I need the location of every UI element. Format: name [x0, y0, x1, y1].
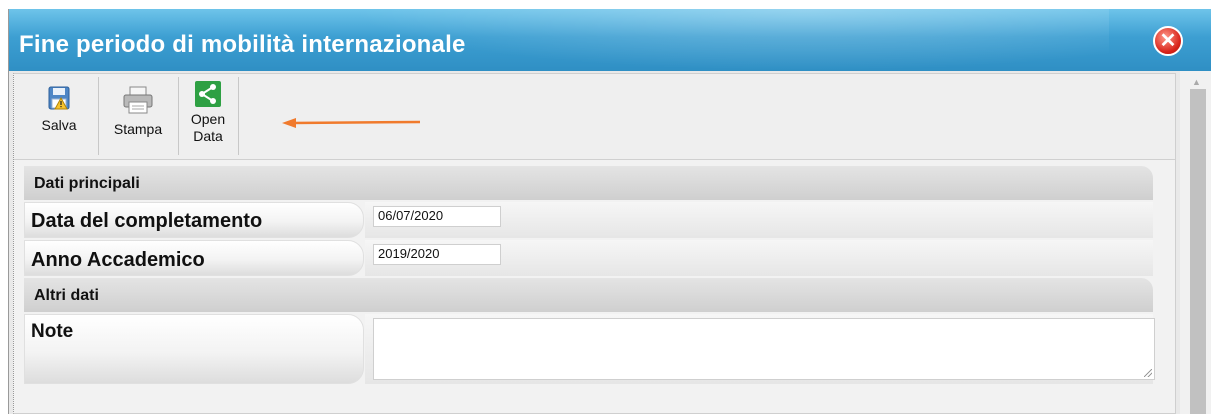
- open-data-label-line2: Data: [193, 128, 223, 144]
- print-button[interactable]: Stampa: [98, 77, 179, 155]
- vertical-scrollbar[interactable]: ▲: [1180, 71, 1211, 414]
- annotation-arrow: [282, 118, 421, 128]
- dialog-title: Fine periodo di mobilità internazionale: [19, 31, 466, 58]
- section-header-other: Altri dati: [24, 278, 1153, 312]
- value-cell: 06/07/2020: [365, 202, 1153, 238]
- floppy-disk-icon: [48, 86, 70, 110]
- field-label: Data del completamento: [31, 210, 263, 232]
- open-data-button[interactable]: Open Data: [178, 77, 239, 155]
- row-academic-year: Anno Accademico 2019/2020: [24, 240, 1153, 276]
- section-title-main: Dati principali: [34, 175, 140, 192]
- label-cell: Note: [24, 314, 364, 384]
- save-label: Salva: [41, 117, 77, 133]
- toolbar: Salva Stampa Open Data: [14, 74, 1175, 160]
- completion-date-input[interactable]: 06/07/2020: [373, 206, 501, 227]
- dialog-content: Salva Stampa Open Data Dati principali D…: [13, 73, 1176, 414]
- academic-year-input[interactable]: 2019/2020: [373, 244, 501, 265]
- field-label: Note: [31, 321, 74, 342]
- field-label: Anno Accademico: [31, 249, 205, 271]
- save-button[interactable]: Salva: [20, 77, 99, 155]
- title-bar[interactable]: Fine periodo di mobilità internazionale …: [9, 9, 1211, 71]
- resize-grip-icon[interactable]: [1144, 369, 1152, 377]
- dialog-window: Fine periodo di mobilità internazionale …: [8, 9, 1211, 414]
- section-title-other: Altri dati: [34, 287, 99, 304]
- row-note: Note: [24, 314, 1155, 384]
- open-data-label-line1: Open: [190, 111, 226, 127]
- share-icon: [195, 81, 221, 107]
- value-cell: 2019/2020: [365, 240, 1153, 276]
- label-cell: Data del completamento: [24, 202, 364, 238]
- label-cell: Anno Accademico: [24, 240, 364, 276]
- printer-icon: [123, 86, 153, 114]
- print-label: Stampa: [113, 121, 163, 137]
- value-cell: [365, 314, 1155, 384]
- row-completion-date: Data del completamento 06/07/2020: [24, 202, 1153, 238]
- scroll-up-icon[interactable]: ▲: [1192, 77, 1201, 87]
- section-header-main: Dati principali: [24, 166, 1153, 200]
- note-textarea[interactable]: [373, 318, 1155, 380]
- scrollbar-thumb[interactable]: [1190, 89, 1206, 414]
- close-icon[interactable]: ✕: [1153, 26, 1183, 56]
